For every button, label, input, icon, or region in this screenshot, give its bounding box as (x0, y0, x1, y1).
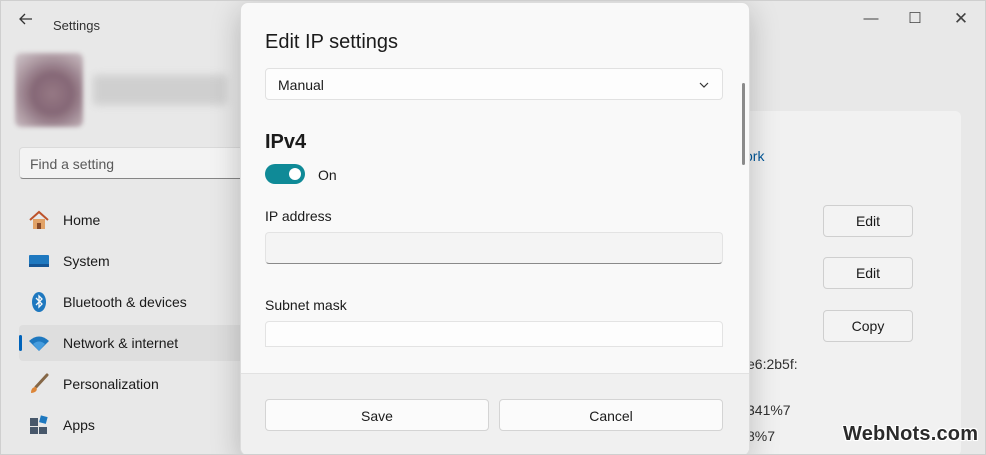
subnet-mask-label: Subnet mask (265, 297, 347, 313)
dropdown-value: Manual (278, 77, 324, 93)
edit-ip-settings-dialog: Edit IP settings Manual IPv4 On IP addre… (240, 2, 750, 454)
cancel-button[interactable]: Cancel (499, 399, 723, 431)
ip-address-label: IP address (265, 208, 332, 224)
save-button[interactable]: Save (265, 399, 489, 431)
toggle-state-label: On (318, 167, 337, 183)
subnet-mask-input[interactable] (265, 321, 723, 347)
toggle-knob (289, 168, 301, 180)
dialog-footer: Save Cancel (241, 373, 749, 454)
dialog-title: Edit IP settings (265, 31, 399, 53)
ipv4-heading: IPv4 (265, 131, 307, 153)
settings-window: Settings — ☐ ✕ Find a setting Home Syste… (0, 0, 986, 455)
scrollbar-thumb[interactable] (742, 83, 745, 165)
watermark-logo: WebNots.com (843, 423, 979, 445)
ip-mode-dropdown[interactable]: Manual (265, 68, 723, 100)
ip-address-input[interactable] (265, 232, 723, 264)
chevron-down-icon (698, 78, 710, 90)
ipv4-toggle[interactable] (265, 164, 305, 184)
